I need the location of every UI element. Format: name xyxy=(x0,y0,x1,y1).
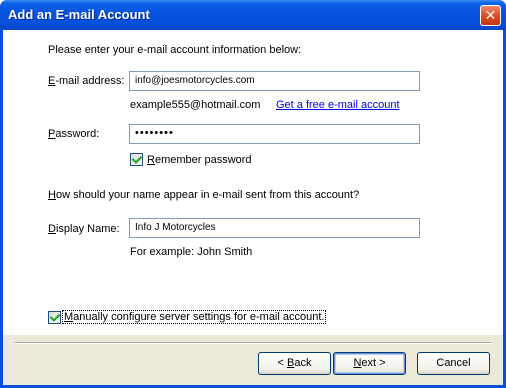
next-text: ext > xyxy=(361,357,386,369)
display-name-label: Display Name: xyxy=(48,223,120,235)
remember-accesskey: R xyxy=(147,154,155,166)
dialog-body: Please enter your e-mail account informa… xyxy=(3,30,503,385)
close-icon: ✕ xyxy=(484,7,497,23)
name-question: How should your name appear in e-mail se… xyxy=(48,189,359,201)
manual-config-text: anually configure server settings for e-… xyxy=(73,311,325,323)
email-label: E-mail address: xyxy=(48,75,124,87)
intro-text: Please enter your e-mail account informa… xyxy=(48,44,302,56)
password-label: Password: xyxy=(48,128,99,140)
back-prefix: < xyxy=(277,357,287,369)
name-question-text: ow should your name appear in e-mail sen… xyxy=(55,189,360,201)
password-masked-value: •••••••• xyxy=(135,127,174,139)
manual-config-checkbox[interactable] xyxy=(48,311,61,324)
display-name-value: Info J Motorcycles xyxy=(135,222,216,233)
display-name-input[interactable]: Info J Motorcycles xyxy=(129,218,420,238)
display-name-example: For example: John Smith xyxy=(130,246,253,258)
remember-text: emember password xyxy=(154,154,252,166)
dialog-window: Add an E-mail Account ✕ Please enter you… xyxy=(0,0,506,388)
title-bar[interactable]: Add an E-mail Account ✕ xyxy=(0,0,506,30)
password-label-text: assword: xyxy=(55,128,100,140)
window-title: Add an E-mail Account xyxy=(8,7,150,22)
free-email-link[interactable]: Get a free e-mail account xyxy=(276,99,400,111)
manual-config-label[interactable]: Manually configure server settings for e… xyxy=(61,310,327,324)
email-address-value: info@joesmotorcycles.com xyxy=(135,75,255,86)
password-input[interactable]: •••••••• xyxy=(129,124,420,144)
email-label-text: -mail address: xyxy=(55,75,125,87)
close-button[interactable]: ✕ xyxy=(480,5,501,26)
footer-separator xyxy=(15,342,491,344)
display-name-label-text: isplay Name: xyxy=(55,223,120,235)
remember-password-label[interactable]: Remember password xyxy=(147,154,252,166)
name-question-accesskey: H xyxy=(48,189,56,201)
manual-config-accesskey: M xyxy=(64,311,74,323)
email-address-input[interactable]: info@joesmotorcycles.com xyxy=(129,71,420,91)
remember-password-checkbox[interactable] xyxy=(130,153,143,166)
back-button[interactable]: < Back xyxy=(258,352,331,375)
email-example: example555@hotmail.com xyxy=(130,99,261,111)
back-text: ack xyxy=(294,357,312,369)
next-button[interactable]: Next > xyxy=(333,352,406,375)
content-panel: Please enter your e-mail account informa… xyxy=(3,30,503,335)
display-name-accesskey: D xyxy=(48,223,56,235)
cancel-button[interactable]: Cancel xyxy=(417,352,490,375)
